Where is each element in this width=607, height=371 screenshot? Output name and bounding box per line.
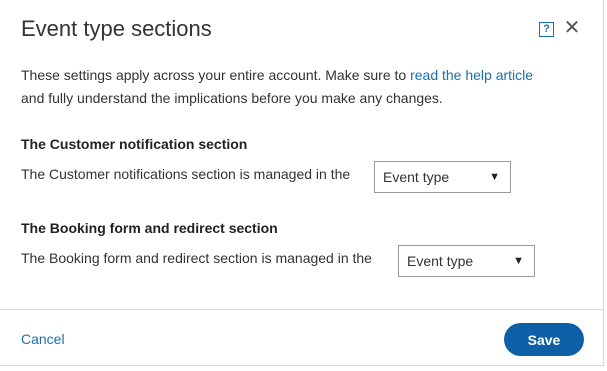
booking-form-select[interactable]: Event type ▼ — [398, 245, 535, 277]
customer-notification-section-title: The Customer notification section — [21, 136, 248, 152]
customer-notification-select-value: Event type — [383, 169, 450, 185]
customer-notification-select[interactable]: Event type ▼ — [374, 161, 511, 193]
intro-text-before: These settings apply across your entire … — [21, 67, 411, 83]
customer-notification-section-text: The Customer notifications section is ma… — [21, 166, 351, 182]
chevron-down-icon: ▼ — [513, 255, 524, 267]
booking-form-section-title: The Booking form and redirect section — [21, 220, 278, 236]
booking-form-select-value: Event type — [407, 253, 474, 269]
cancel-button[interactable]: Cancel — [21, 331, 65, 347]
chevron-down-icon: ▼ — [489, 171, 500, 183]
save-button[interactable]: Save — [504, 323, 584, 356]
help-icon[interactable]: ? — [539, 22, 554, 37]
booking-form-section-text: The Booking form and redirect section is… — [21, 250, 372, 266]
close-icon[interactable]: ✕ — [563, 17, 581, 39]
footer-divider — [0, 309, 603, 310]
event-type-sections-dialog: Event type sections ? ✕ These settings a… — [0, 0, 604, 366]
help-article-link[interactable]: read the help article — [410, 67, 533, 83]
intro-text-after: and fully understand the implications be… — [21, 90, 443, 106]
intro-text: These settings apply across your entire … — [21, 64, 591, 110]
dialog-title: Event type sections — [21, 16, 212, 41]
